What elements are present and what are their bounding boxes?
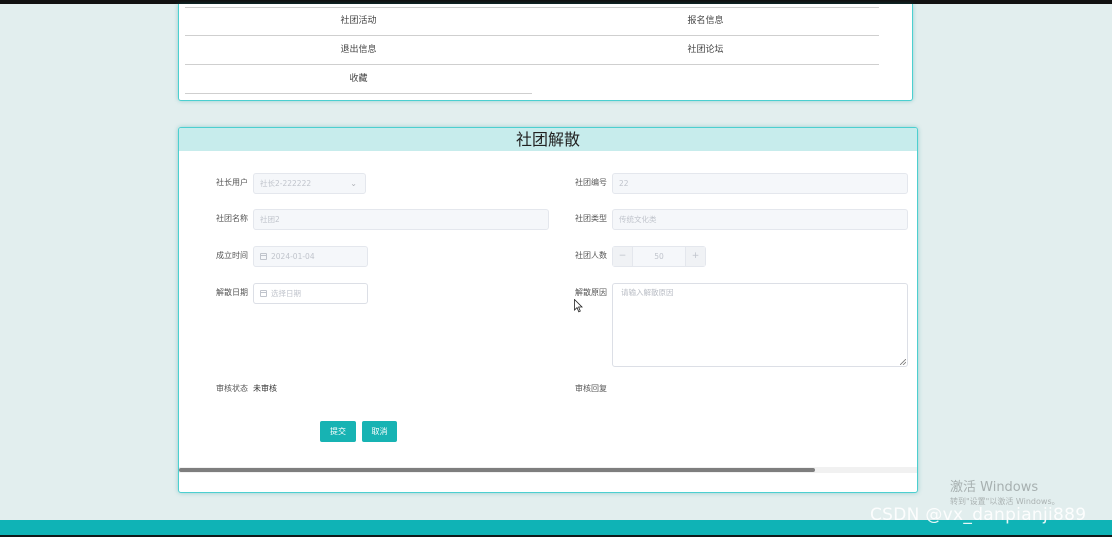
founded-date-field[interactable]: 2024-01-04	[253, 246, 368, 267]
dissolve-date-placeholder: 选择日期	[271, 289, 301, 298]
review-status-label: 审核状态	[216, 384, 248, 393]
mouse-cursor-icon	[574, 299, 583, 313]
president-user-value: 社长2-222222	[260, 179, 312, 188]
founded-label: 成立时间	[216, 251, 248, 260]
club-type-label: 社团类型	[575, 214, 607, 223]
resize-grip-icon[interactable]	[900, 359, 906, 365]
dissolve-reason-textarea[interactable]: 请输入解散原因	[612, 283, 908, 367]
plus-icon[interactable]: +	[685, 247, 705, 266]
club-no-field[interactable]: 22	[612, 173, 908, 194]
club-name-field[interactable]: 社团2	[253, 209, 549, 230]
activate-windows-title: 激活 Windows	[950, 480, 1039, 495]
club-type-value: 传统文化类	[619, 215, 657, 224]
menu-row: 收藏	[185, 65, 532, 94]
founded-value: 2024-01-04	[271, 252, 315, 261]
menu-row: 退出信息 社团论坛	[185, 36, 879, 65]
members-stepper[interactable]: − 50 +	[612, 246, 706, 267]
menu-item-favorites[interactable]: 收藏	[185, 65, 532, 93]
dissolve-date-picker[interactable]: 选择日期	[253, 283, 368, 304]
club-name-label: 社团名称	[216, 214, 248, 223]
review-reply-label: 审核回复	[575, 384, 607, 393]
submit-button[interactable]: 提交	[320, 421, 356, 442]
menu-card: 社团活动 报名信息 退出信息 社团论坛 收藏	[178, 4, 913, 101]
dissolve-date-label: 解散日期	[216, 288, 248, 297]
members-label: 社团人数	[575, 251, 607, 260]
club-no-label: 社团编号	[575, 178, 607, 187]
csdn-watermark: CSDN @vx_danpianji889	[870, 505, 1087, 525]
dissolve-reason-placeholder: 请输入解散原因	[621, 288, 674, 297]
chevron-down-icon: ⌄	[350, 179, 357, 188]
calendar-icon	[260, 290, 267, 297]
calendar-icon	[260, 253, 267, 260]
president-user-label: 社长用户	[216, 178, 248, 187]
menu-item-club-forum[interactable]: 社团论坛	[532, 36, 879, 64]
president-user-select[interactable]: 社长2-222222 ⌄	[253, 173, 366, 194]
form-title: 社团解散	[179, 128, 917, 151]
dissolve-reason-label: 解散原因	[575, 288, 607, 297]
members-value[interactable]: 50	[633, 247, 685, 266]
club-name-value: 社团2	[260, 215, 280, 224]
minus-icon[interactable]: −	[613, 247, 633, 266]
club-no-value: 22	[619, 179, 629, 188]
dissolve-form-card: 社团解散 社长用户 社长2-222222 ⌄ 社团编号 22 社团名称 社团2 …	[178, 127, 918, 493]
horizontal-scrollbar-thumb[interactable]	[179, 468, 815, 472]
cancel-button[interactable]: 取消	[362, 421, 397, 442]
review-status-value: 未审核	[253, 384, 277, 393]
menu-grid: 社团活动 报名信息 退出信息 社团论坛 收藏	[185, 7, 879, 94]
menu-item-exit-info[interactable]: 退出信息	[185, 36, 532, 64]
menu-item-signup-info[interactable]: 报名信息	[532, 7, 879, 35]
menu-row: 社团活动 报名信息	[185, 7, 879, 36]
menu-item-club-activities[interactable]: 社团活动	[185, 7, 532, 35]
club-type-field[interactable]: 传统文化类	[612, 209, 908, 230]
